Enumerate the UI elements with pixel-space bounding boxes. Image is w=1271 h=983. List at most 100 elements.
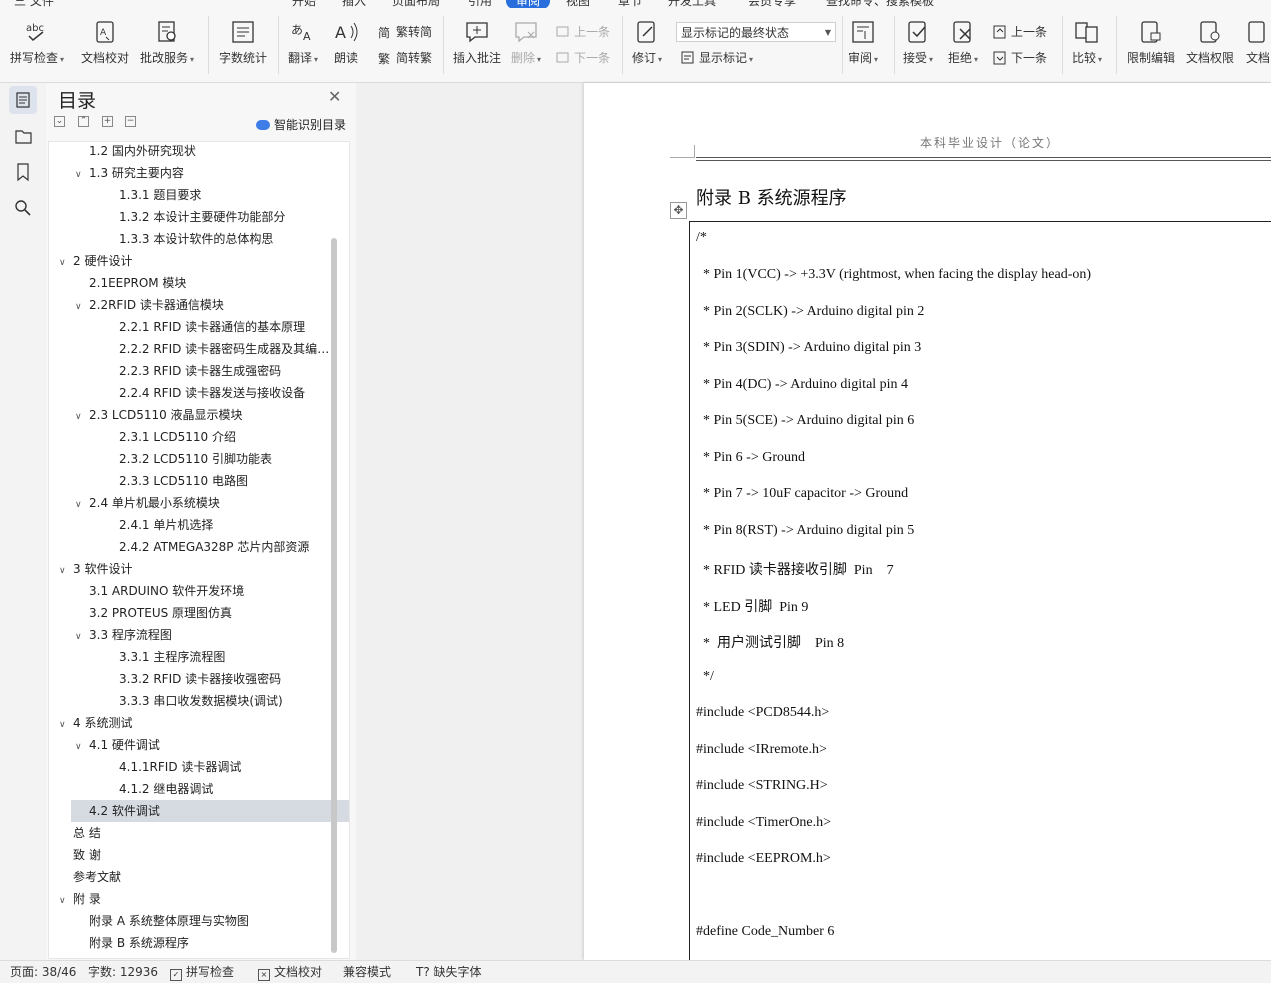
- batch-service-button[interactable]: 批改服务 ▾: [140, 20, 194, 66]
- next-comment-button[interactable]: 下一条: [556, 48, 610, 68]
- toc-item[interactable]: 参考文献: [73, 866, 331, 888]
- review-pane-button[interactable]: 审阅 ▾: [848, 20, 878, 66]
- markup-state-dropdown[interactable]: 显示标记的最终状态 ▼: [676, 22, 836, 42]
- toc-item[interactable]: 3.3.3 串口收发数据模块(调试): [119, 690, 331, 712]
- chevron-down-icon[interactable]: ∨: [75, 626, 89, 646]
- toc-item[interactable]: 附录 A 系统整体原理与实物图: [89, 910, 331, 932]
- document-page[interactable]: 本科毕业设计（论文） 附录 B 系统源程序 ✥ /* * Pin 1(VCC) …: [584, 83, 1271, 960]
- next-change-button[interactable]: 下一条: [993, 48, 1047, 68]
- menu-tab-layout[interactable]: 页面布局: [392, 0, 440, 8]
- word-count-button[interactable]: 字数统计: [219, 20, 267, 66]
- chevron-down-icon[interactable]: ∨: [75, 164, 89, 184]
- toc-item[interactable]: 2.2.1 RFID 读卡器通信的基本原理: [119, 316, 331, 338]
- chevron-down-icon[interactable]: ∨: [75, 736, 89, 756]
- toc-item[interactable]: ∨ 1.3 研究主要内容: [75, 162, 331, 184]
- toc-item[interactable]: 2.4.2 ATMEGA328P 芯片内部资源: [119, 536, 331, 558]
- missing-font-status[interactable]: T? 缺失字体: [416, 961, 482, 983]
- doc-more-button[interactable]: 文档: [1245, 20, 1271, 66]
- accept-button[interactable]: 接受 ▾: [903, 20, 933, 66]
- menu-tab-chapter[interactable]: 章节: [618, 0, 642, 8]
- doc-permission-button[interactable]: 文档权限: [1186, 20, 1234, 66]
- menu-tab-member[interactable]: 会员专享: [748, 0, 796, 8]
- toc-item[interactable]: ∨ 3 软件设计: [59, 558, 331, 580]
- toc-item[interactable]: 1.3.3 本设计软件的总体构思: [119, 228, 331, 250]
- toc-item[interactable]: ∨ 4 系统测试: [59, 712, 331, 734]
- toc-item[interactable]: 2.1EEPROM 模块: [89, 272, 331, 294]
- chevron-down-icon[interactable]: ∨: [59, 560, 73, 580]
- track-changes-button[interactable]: 修订 ▾: [632, 20, 662, 66]
- spell-check-status[interactable]: ✓ 拼写检查: [170, 961, 234, 983]
- search-icon[interactable]: [9, 194, 37, 222]
- toc-item[interactable]: 2.4.1 单片机选择: [119, 514, 331, 536]
- toc-item[interactable]: ∨ 附 录: [59, 888, 331, 910]
- toc-item[interactable]: 3.3.2 RFID 读卡器接收强密码: [119, 668, 331, 690]
- menu-tab-review[interactable]: 审阅: [506, 0, 551, 8]
- toc-item[interactable]: 2.2.3 RFID 读卡器生成强密码: [119, 360, 331, 382]
- toc-item[interactable]: ∨ 4.1 硬件调试: [75, 734, 331, 756]
- toc-item[interactable]: 4.1.1RFID 读卡器调试: [119, 756, 331, 778]
- toc-item[interactable]: 致 谢: [73, 844, 331, 866]
- chevron-down-icon[interactable]: ∨: [75, 406, 89, 426]
- chevron-down-icon[interactable]: ∨: [59, 890, 73, 910]
- menu-tab-home[interactable]: 开始: [292, 0, 316, 8]
- bookmark-icon[interactable]: [9, 158, 37, 186]
- toc-item[interactable]: 附录 B 系统源程序: [89, 932, 331, 954]
- collapse-down-icon[interactable]: ⌄: [54, 116, 65, 127]
- toc-item[interactable]: 1.3.2 本设计主要硬件功能部分: [119, 206, 331, 228]
- toc-scrollbar[interactable]: [331, 238, 337, 953]
- delete-comment-button[interactable]: 删除 ▾: [511, 20, 541, 66]
- toc-panel-icon[interactable]: [9, 86, 37, 114]
- simp-to-trad-button[interactable]: 繁简转繁: [378, 48, 432, 68]
- chapter-nav-icon[interactable]: [9, 122, 37, 150]
- spell-check-button[interactable]: abc 拼写检查 ▾: [10, 20, 64, 66]
- menu-tab-developer[interactable]: 开发工具: [668, 0, 716, 8]
- read-aloud-button[interactable]: A 朗读: [333, 20, 359, 66]
- translate-button[interactable]: あA 翻译 ▾: [288, 20, 318, 66]
- toc-item[interactable]: 2.3.2 LCD5110 引脚功能表: [119, 448, 331, 470]
- word-count-indicator[interactable]: 字数: 12936: [88, 961, 158, 983]
- toc-item[interactable]: 1.3.1 题目要求: [119, 184, 331, 206]
- menu-tab-insert[interactable]: 插入: [342, 0, 366, 8]
- page-indicator[interactable]: 页面: 38/46: [10, 961, 76, 983]
- compat-mode[interactable]: 兼容模式: [343, 961, 391, 983]
- expand-plus-icon[interactable]: +: [102, 116, 113, 127]
- chevron-down-icon[interactable]: ∨: [75, 296, 89, 316]
- toc-item[interactable]: ∨ 2.3 LCD5110 液晶显示模块: [75, 404, 331, 426]
- toc-item[interactable]: ∨ 2.4 单片机最小系统模块: [75, 492, 331, 514]
- toc-item[interactable]: 3.1 ARDUINO 软件开发环境: [89, 580, 331, 602]
- collapse-minus-icon[interactable]: −: [125, 116, 136, 127]
- toc-item[interactable]: 总 结: [73, 822, 331, 844]
- doc-proof-status[interactable]: × 文档校对: [258, 961, 322, 983]
- toc-item[interactable]: 3.3.1 主程序流程图: [119, 646, 331, 668]
- restrict-edit-button[interactable]: 限制编辑: [1127, 20, 1175, 66]
- toc-item[interactable]: ∨ 3.3 程序流程图: [75, 624, 331, 646]
- toc-item[interactable]: 4.1.2 继电器调试: [119, 778, 331, 800]
- move-handle-icon[interactable]: ✥: [670, 202, 687, 219]
- toc-item[interactable]: 4.2 软件调试: [71, 800, 349, 822]
- menu-tab-file[interactable]: 三 文件: [14, 0, 54, 8]
- prev-comment-button[interactable]: 上一条: [556, 22, 610, 42]
- toc-item[interactable]: ∨ 2 硬件设计: [59, 250, 331, 272]
- doc-proof-button[interactable]: A 文档校对: [81, 20, 129, 66]
- trad-to-simp-button[interactable]: 简繁转简: [378, 22, 432, 42]
- toc-item[interactable]: 2.2.2 RFID 读卡器密码生成器及其编 ...: [119, 338, 331, 360]
- toc-item[interactable]: 1.2 国内外研究现状: [89, 142, 331, 162]
- reject-button[interactable]: 拒绝 ▾: [948, 20, 978, 66]
- chevron-down-icon[interactable]: ∨: [75, 494, 89, 514]
- search-commands[interactable]: 查找命令、搜索模板: [826, 0, 934, 8]
- toc-item[interactable]: 2.3.3 LCD5110 电路图: [119, 470, 331, 492]
- chevron-down-icon[interactable]: ∨: [59, 714, 73, 734]
- show-markup-button[interactable]: 显示标记 ▾: [681, 48, 753, 68]
- chevron-down-icon[interactable]: ∨: [59, 252, 73, 272]
- collapse-up-icon[interactable]: ⌃: [78, 116, 89, 127]
- toc-item[interactable]: ∨ 2.2RFID 读卡器通信模块: [75, 294, 331, 316]
- toc-item[interactable]: 3.2 PROTEUS 原理图仿真: [89, 602, 331, 624]
- toc-item[interactable]: 2.3.1 LCD5110 介绍: [119, 426, 331, 448]
- toc-item[interactable]: 2.2.4 RFID 读卡器发送与接收设备: [119, 382, 331, 404]
- insert-comment-button[interactable]: 插入批注: [453, 20, 501, 66]
- close-icon[interactable]: ✕: [328, 87, 341, 106]
- menu-tab-view[interactable]: 视图: [566, 0, 590, 8]
- compare-button[interactable]: 比较 ▾: [1072, 20, 1102, 66]
- smart-toc-button[interactable]: 智能识别目录: [256, 116, 346, 133]
- prev-change-button[interactable]: 上一条: [993, 22, 1047, 42]
